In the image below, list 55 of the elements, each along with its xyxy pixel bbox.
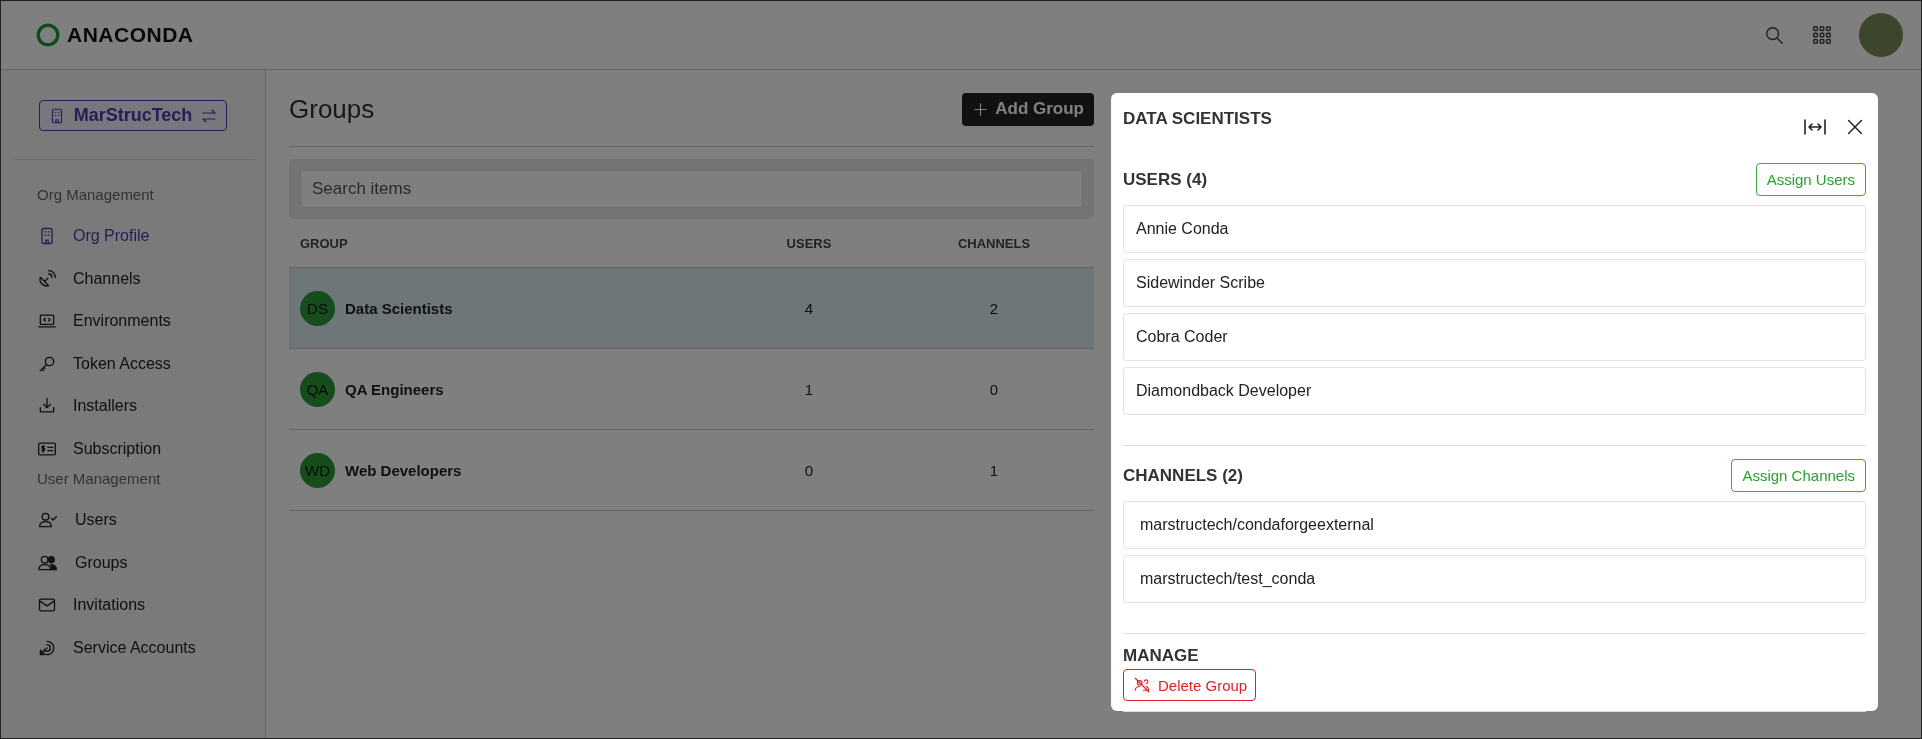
nav-item[interactable]: Token Access xyxy=(37,342,171,385)
org-switcher-button[interactable]: MarStrucTech xyxy=(38,100,228,131)
search-field[interactable]: Search items xyxy=(300,170,1083,208)
assign-channels-button[interactable]: Assign Channels xyxy=(1731,459,1866,492)
assign-users-button[interactable]: Assign Users xyxy=(1755,163,1866,196)
column-header: CHANNELS xyxy=(956,235,1032,251)
table-cell-text: 0 xyxy=(803,461,815,479)
satellite-dish-icon xyxy=(37,268,57,289)
table-cell-text: 1 xyxy=(988,461,1000,479)
logo-text: ANACONDA xyxy=(67,23,194,47)
channel-item: marstructech/test_conda xyxy=(1123,555,1866,603)
page-title: Groups xyxy=(289,93,375,125)
group-name: Web Developers xyxy=(345,461,462,479)
nav-item[interactable]: Subscription xyxy=(37,427,162,470)
user-item: Diamondback Developer xyxy=(1123,367,1866,415)
search-icon[interactable] xyxy=(1763,24,1785,46)
nav-item[interactable]: Installers xyxy=(37,385,138,428)
user-avatar[interactable] xyxy=(1859,13,1903,57)
column-header: GROUP xyxy=(299,235,349,251)
column-header: USERS xyxy=(785,235,833,251)
user-item: Sidewinder Scribe xyxy=(1123,259,1866,307)
grid-icon[interactable] xyxy=(1811,24,1833,46)
nav-item[interactable]: Groups xyxy=(37,541,128,584)
plus-icon xyxy=(972,100,990,118)
user-item: Cobra Coder xyxy=(1123,313,1866,361)
section-heading: USERS (4) xyxy=(1123,169,1208,190)
anaconda-logo-icon xyxy=(35,22,61,48)
section-heading: User Management xyxy=(37,470,162,487)
add-group-button[interactable]: Add Group xyxy=(962,92,1094,126)
nav-item[interactable]: Environments xyxy=(37,300,171,343)
section-heading: CHANNELS (2) xyxy=(1123,465,1243,486)
users-slash-icon xyxy=(1132,676,1152,694)
user-item: Annie Conda xyxy=(1123,205,1866,253)
group-avatar: QA xyxy=(300,371,335,407)
channel-item: marstructech/condaforgeexternal xyxy=(1123,501,1866,549)
table-row[interactable]: QA QA Engineers 1 0 xyxy=(289,349,1094,430)
table-row[interactable]: DS Data Scientists 4 2 xyxy=(289,268,1094,349)
nav-item[interactable]: Service Accounts xyxy=(37,626,196,669)
table-row[interactable]: WD Web Developers 0 1 xyxy=(289,430,1094,511)
panel-title: DATA SCIENTISTS xyxy=(1123,109,1272,129)
table-cell-text: 4 xyxy=(803,299,815,317)
table-cell-text: 0 xyxy=(988,380,1000,398)
group-avatar: WD xyxy=(300,452,335,488)
nav-item[interactable]: Invitations xyxy=(37,584,146,627)
group-name: Data Scientists xyxy=(345,299,453,317)
table-cell-text: 2 xyxy=(988,299,1000,317)
nav-item[interactable]: Users xyxy=(37,499,117,542)
section-heading: Org Management xyxy=(37,186,155,203)
group-name: QA Engineers xyxy=(345,380,444,398)
nav-item[interactable]: Org Profile xyxy=(37,215,150,258)
delete-group-button[interactable]: Delete Group xyxy=(1123,669,1257,701)
table-cell-text: 1 xyxy=(803,380,815,398)
section-heading: MANAGE xyxy=(1123,646,1200,666)
nav-item[interactable]: Channels xyxy=(37,257,141,300)
group-avatar: DS xyxy=(300,290,335,326)
